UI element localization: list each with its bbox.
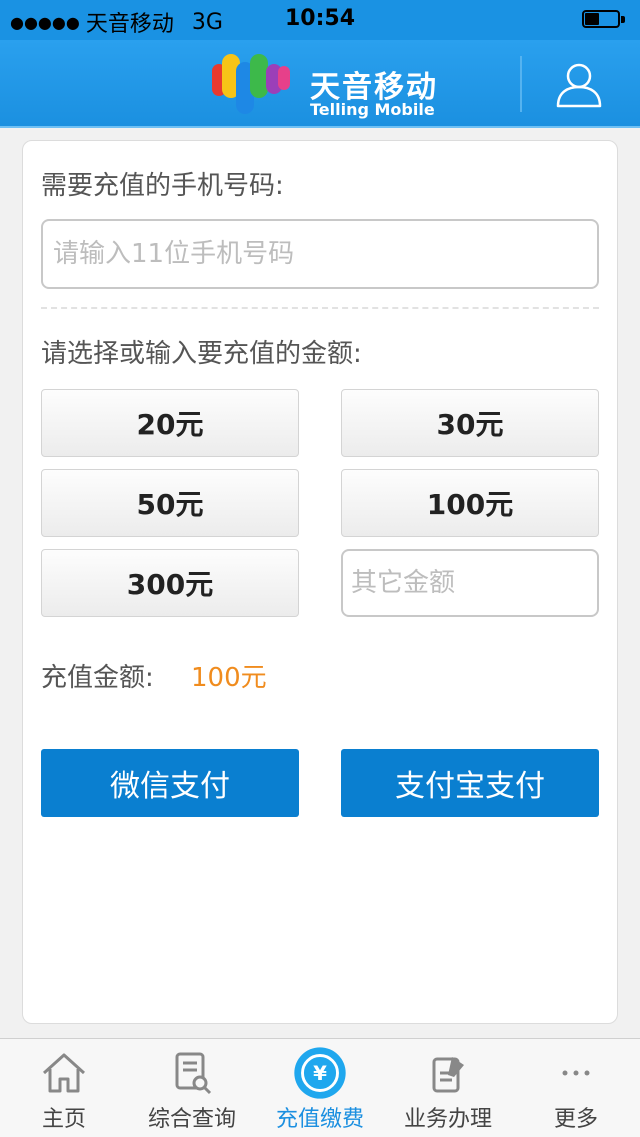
home-icon [42, 1053, 86, 1093]
tab-services[interactable]: 业务办理 [384, 1039, 512, 1137]
query-document-icon [175, 1052, 212, 1095]
header-bar: 天音移动 Telling Mobile [0, 40, 640, 128]
user-account-button[interactable] [554, 62, 604, 108]
alipay-button[interactable]: 支付宝支付 [341, 749, 599, 817]
app-logo: 天音移动 Telling Mobile [210, 50, 440, 120]
phone-number-input[interactable] [41, 219, 599, 289]
tab-recharge[interactable]: ¥ 充值缴费 [256, 1039, 384, 1137]
logo-mark-icon [212, 54, 290, 114]
status-time: 10:54 [284, 6, 356, 31]
amount-label: 请选择或输入要充值的金额: [41, 339, 362, 369]
section-divider [41, 307, 599, 309]
amount-option-30[interactable]: 30元 [341, 389, 599, 457]
tab-home[interactable]: 主页 [0, 1039, 128, 1137]
service-document-icon [432, 1057, 464, 1093]
svg-text:¥: ¥ [313, 1062, 327, 1085]
tab-more[interactable]: 更多 [512, 1039, 640, 1137]
tab-label: 更多 [553, 1107, 598, 1132]
phone-label: 需要充值的手机号码: [41, 171, 284, 201]
tab-label: 主页 [41, 1107, 86, 1132]
total-amount-label: 充值金额: [41, 663, 154, 693]
bottom-tab-bar: 主页 综合查询 ¥ 充值缴费 业务办理 更多 [0, 1038, 640, 1137]
amount-option-20[interactable]: 20元 [41, 389, 299, 457]
yuan-coin-icon: ¥ [294, 1047, 346, 1099]
status-bar: ●●●●● 天音移动 3G 10:54 [0, 0, 640, 40]
recharge-form-card: 需要充值的手机号码: 请选择或输入要充值的金额: 20元 30元 50元 100… [22, 140, 618, 1024]
amount-option-100[interactable]: 100元 [341, 469, 599, 537]
user-icon [556, 63, 602, 108]
logo-text-english: Telling Mobile [310, 100, 435, 119]
tab-label: 业务办理 [403, 1107, 492, 1132]
tab-label: 综合查询 [147, 1107, 236, 1132]
tab-label: 充值缴费 [275, 1107, 364, 1132]
tab-query[interactable]: 综合查询 [128, 1039, 256, 1137]
amount-option-300[interactable]: 300元 [41, 549, 299, 617]
wechat-pay-button[interactable]: 微信支付 [41, 749, 299, 817]
battery-icon [582, 10, 626, 30]
other-amount-input[interactable] [341, 549, 599, 617]
total-amount-value: 100元 [191, 663, 267, 693]
more-icon [562, 1070, 590, 1076]
header-divider [520, 56, 522, 112]
amount-option-50[interactable]: 50元 [41, 469, 299, 537]
